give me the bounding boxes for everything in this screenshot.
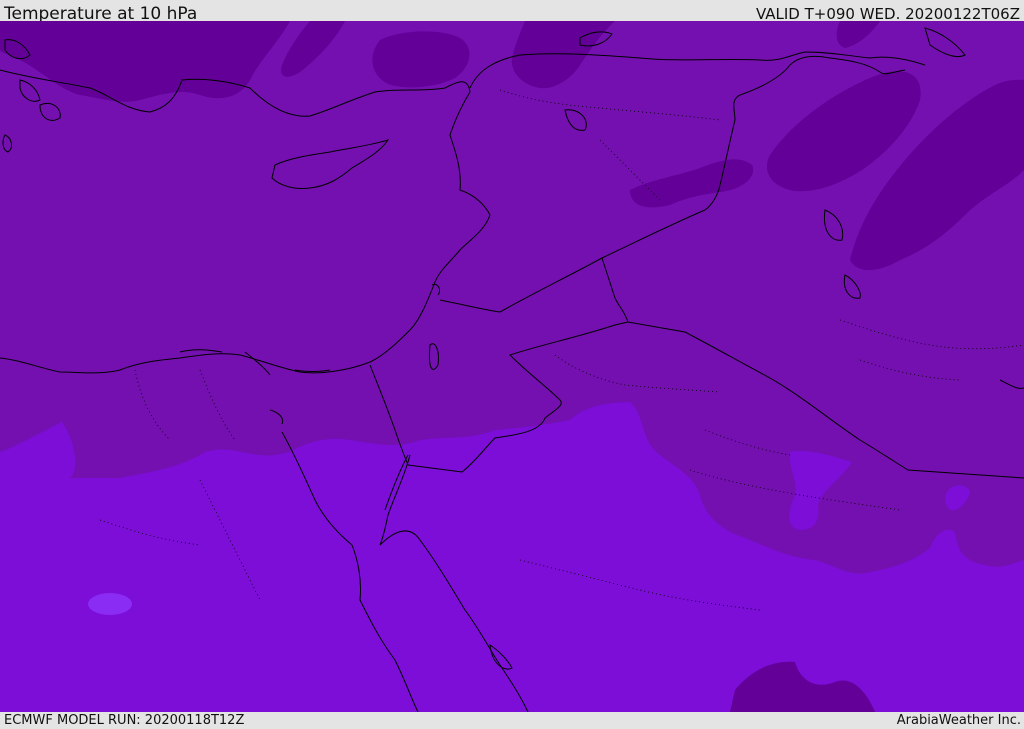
weather-map-page: Temperature at 10 hPa VALID T+090 WED. 2… [0,0,1024,729]
credit-label: ArabiaWeather Inc. [896,713,1021,728]
header-bar: Temperature at 10 hPa VALID T+090 WED. 2… [0,0,1024,24]
field-patch-warm [88,593,132,615]
map-canvas [0,21,1024,712]
model-run-label: ECMWF MODEL RUN: 20200118T12Z [4,713,245,728]
temperature-map [0,21,1024,712]
footer-bar: ECMWF MODEL RUN: 20200118T12Z ArabiaWeat… [0,712,1024,729]
